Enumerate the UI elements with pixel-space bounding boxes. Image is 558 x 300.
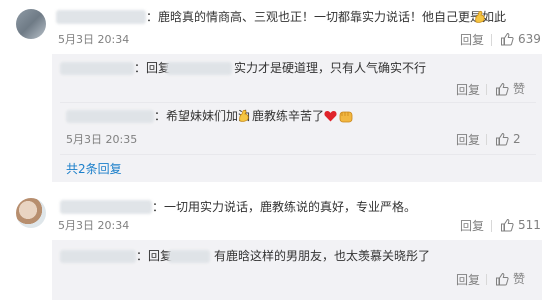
- reply-target-blurred[interactable]: [166, 62, 232, 75]
- reply-username-blurred[interactable]: [66, 110, 154, 123]
- reply-label: 回复: [456, 273, 481, 287]
- heart-emoji-icon: [324, 110, 337, 125]
- reply-divider: [60, 154, 536, 155]
- fist-emoji-icon: [338, 108, 354, 127]
- reply-prefix: ：回复: [134, 61, 171, 75]
- action-divider: [486, 274, 487, 285]
- reply-button[interactable]: 回复: [456, 82, 480, 98]
- reply-label: 回复: [456, 133, 481, 147]
- thumbs-up-icon: [495, 272, 509, 286]
- like-button[interactable]: 赞: [495, 81, 525, 97]
- reply-button[interactable]: 回复: [456, 132, 480, 148]
- action-divider: [486, 84, 487, 95]
- reply-prefix: ：回复: [136, 249, 173, 263]
- avatar[interactable]: [16, 9, 46, 39]
- reply-label: 回复: [456, 83, 481, 97]
- username-blurred[interactable]: [56, 10, 146, 24]
- reply-label: 回复: [460, 33, 485, 47]
- action-divider: [486, 134, 487, 145]
- like-label: 赞: [513, 272, 526, 286]
- reply-username-blurred[interactable]: [60, 250, 136, 263]
- like-count: 511: [518, 218, 541, 232]
- reply-text-continued: 鹿教练辛苦了: [252, 109, 325, 123]
- comment-time: 5月3日 20:34: [58, 33, 130, 46]
- reply-label: 回复: [460, 219, 485, 233]
- reply-divider: [60, 102, 536, 103]
- comment-text: ：一切用实力说话，鹿教练说的真好，专业严格。: [152, 200, 417, 214]
- like-button[interactable]: 511: [500, 217, 541, 233]
- thumbs-up-icon: [495, 82, 509, 96]
- thumbs-up-icon: [495, 132, 509, 146]
- reply-text: 实力才是硬道理，只有人气确实不行: [234, 61, 427, 75]
- like-count: 2: [513, 132, 521, 146]
- reply-username-blurred[interactable]: [60, 62, 134, 75]
- thumbs-up-icon: [500, 32, 514, 46]
- username-blurred[interactable]: [60, 200, 152, 214]
- reply-button[interactable]: 回复: [460, 32, 484, 48]
- muscle-emoji-icon: [237, 109, 251, 126]
- like-count: 639: [518, 32, 541, 46]
- view-more-replies-link[interactable]: 共2条回复: [66, 161, 122, 177]
- comment-divider: [491, 34, 492, 46]
- reply-time: 5月3日 20:35: [66, 133, 138, 146]
- like-button[interactable]: 639: [500, 31, 541, 47]
- thumbs-up-icon: [500, 218, 514, 232]
- muscle-emoji-icon: [473, 10, 487, 27]
- comment-text: ：鹿晗真的情商高、三观也正！一切都靠实力说话！他自己更是如此: [146, 10, 507, 24]
- comment-time: 5月3日 20:34: [58, 219, 130, 232]
- reply-target-blurred[interactable]: [168, 250, 210, 263]
- like-label: 赞: [513, 82, 526, 96]
- reply-button[interactable]: 回复: [456, 272, 480, 288]
- reply-button[interactable]: 回复: [460, 218, 484, 234]
- like-button[interactable]: 2: [495, 131, 521, 147]
- avatar[interactable]: [16, 198, 46, 228]
- comment-divider: [491, 220, 492, 232]
- like-button[interactable]: 赞: [495, 271, 525, 287]
- reply-text: ：希望妹妹们加油: [154, 109, 251, 123]
- reply-text: 有鹿晗这样的男朋友，也太羡慕关晓彤了: [214, 249, 431, 263]
